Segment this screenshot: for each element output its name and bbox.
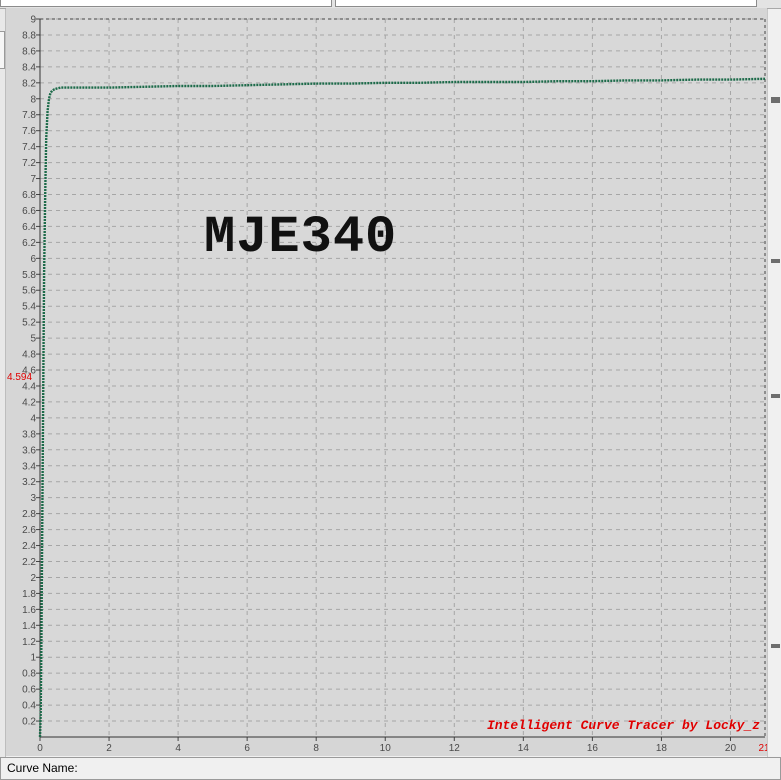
x-tick-label: 14	[518, 743, 530, 754]
y-tick-label: 8.4	[22, 62, 36, 73]
y-tick-label: 2.2	[22, 557, 36, 568]
y-tick-label: 4.2	[22, 397, 36, 408]
y-cursor-readout: 4.594	[7, 372, 32, 383]
y-tick-label: 7.2	[22, 158, 36, 169]
y-tick-label: 0.2	[22, 717, 36, 728]
status-bar: Curve Name:	[0, 757, 781, 780]
x-tick-label: 12	[449, 743, 461, 754]
y-tick-label: 5.6	[22, 286, 36, 297]
x-tick-label: 10	[380, 743, 392, 754]
x-tick-label: 18	[656, 743, 668, 754]
y-tick-label: 6.2	[22, 238, 36, 249]
y-tick-label: 7.4	[22, 142, 36, 153]
y-tick-label: 7.6	[22, 126, 36, 137]
y-tick-label: 1.8	[22, 589, 36, 600]
y-tick-label: 0.8	[22, 669, 36, 680]
x-cursor-readout: 21	[758, 743, 767, 754]
x-tick-label: 2	[106, 743, 112, 754]
toolbar-field-right[interactable]	[335, 0, 757, 7]
y-tick-label: 2.8	[22, 509, 36, 520]
x-tick-label: 0	[37, 743, 43, 754]
y-tick-label: 3.8	[22, 429, 36, 440]
y-tick-label: 7.8	[22, 110, 36, 121]
y-tick-label: 8.6	[22, 46, 36, 57]
y-tick-label: 3.2	[22, 477, 36, 488]
y-tick-label: 4.4	[22, 381, 36, 392]
x-tick-label: 20	[725, 743, 737, 754]
y-tick-label: 2.4	[22, 541, 36, 552]
curve-plot[interactable]: 0.2 0.4 0.6 0.8 1 1.2 1.4 1.6 1.8 2 2.2 2.4 2.6 2.8 3 3…	[0, 8, 767, 756]
y-tick-label: 5.2	[22, 318, 36, 329]
y-tick-label: 0.6	[22, 685, 36, 696]
x-tick-label: 4	[175, 743, 181, 754]
y-tick-label: 5.4	[22, 302, 36, 313]
watermark-text: Intelligent Curve Tracer by Locky_z	[487, 718, 760, 733]
y-tick-label: 8	[30, 94, 36, 105]
y-tick-label: 0.4	[22, 701, 36, 712]
y-tick-label: 1	[30, 653, 36, 664]
y-tick-label: 2	[30, 573, 36, 584]
y-tick-label: 9	[30, 15, 36, 26]
y-tick-label: 1.2	[22, 637, 36, 648]
y-tick-label: 6.8	[22, 190, 36, 201]
y-tick-label: 5.8	[22, 270, 36, 281]
y-tick-label: 1.6	[22, 605, 36, 616]
y-tick-label: 3	[30, 493, 36, 504]
y-tick-label: 3.6	[22, 445, 36, 456]
scroll-marker	[771, 97, 780, 103]
y-tick-label: 4	[30, 413, 36, 424]
y-tick-label: 3.4	[22, 461, 36, 472]
scroll-marker	[771, 259, 780, 263]
scroll-marker	[771, 644, 780, 648]
y-tick-label: 8.8	[22, 30, 36, 41]
plot-area	[40, 19, 765, 737]
y-tick-label: 7	[30, 174, 36, 185]
y-tick-label: 5	[30, 334, 36, 345]
y-tick-label: 2.6	[22, 525, 36, 536]
curve-name-label: Curve Name:	[7, 761, 78, 775]
y-tick-label: 6	[30, 254, 36, 265]
y-tick-label: 8.2	[22, 78, 36, 89]
y-tick-label: 1.4	[22, 621, 36, 632]
y-tick-label: 4.8	[22, 350, 36, 361]
curve-name-value	[78, 761, 84, 775]
x-tick-label: 8	[313, 743, 319, 754]
toolbar-field-left[interactable]	[0, 0, 332, 7]
x-tick-label: 16	[587, 743, 599, 754]
scroll-marker	[771, 394, 780, 398]
y-tick-label: 6.6	[22, 206, 36, 217]
y-tick-label: 6.4	[22, 222, 36, 233]
vertical-scrollbar[interactable]	[767, 9, 781, 757]
chart-annotation: MJE340	[204, 208, 397, 267]
x-tick-label: 6	[244, 743, 250, 754]
